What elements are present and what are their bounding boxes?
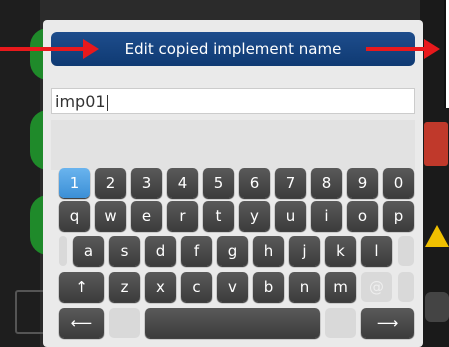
cursor-right-key[interactable]: ⟶ [361,308,414,338]
key-blank-right [398,236,414,266]
key-6[interactable]: 6 [239,168,270,198]
key-j[interactable]: j [289,236,320,266]
text-caret [106,94,108,111]
edit-name-dialog: Edit copied implement name imp01 1 2 3 4… [43,20,423,347]
key-0[interactable]: 0 [383,168,414,198]
implement-name-value: imp01 [55,92,106,111]
key-q[interactable]: q [59,201,90,231]
key-z[interactable]: z [109,272,140,302]
key-d[interactable]: d [145,236,176,266]
key-g[interactable]: g [217,236,248,266]
gear-icon [425,292,449,322]
cursor-left-key[interactable]: ⟵ [59,308,104,338]
key-3[interactable]: 3 [131,168,162,198]
key-2[interactable]: 2 [95,168,126,198]
space-key[interactable] [145,308,320,338]
key-b[interactable]: b [253,272,284,302]
key-c[interactable]: c [181,272,212,302]
key-8[interactable]: 8 [311,168,342,198]
key-blank-bottom-right [325,308,356,338]
key-t[interactable]: t [203,201,234,231]
key-blank-row4 [398,272,414,302]
background-info-box [444,0,449,108]
key-h[interactable]: h [253,236,284,266]
key-4[interactable]: 4 [167,168,198,198]
warning-icon [425,225,449,247]
key-y[interactable]: y [239,201,270,231]
key-k[interactable]: k [325,236,356,266]
input-spacer [51,120,415,170]
key-i[interactable]: i [311,201,342,231]
key-7[interactable]: 7 [275,168,306,198]
key-r[interactable]: r [167,201,198,231]
key-9[interactable]: 9 [347,168,378,198]
annotation-arrow-right [366,39,440,59]
key-v[interactable]: v [217,272,248,302]
key-n[interactable]: n [289,272,320,302]
key-o[interactable]: o [347,201,378,231]
shift-key[interactable]: ↑ [59,272,104,302]
key-a[interactable]: a [73,236,104,266]
dialog-title: Edit copied implement name [51,32,415,66]
key-m[interactable]: m [325,272,356,302]
key-at[interactable]: @ [361,272,392,302]
annotation-arrow-left [0,39,99,59]
key-f[interactable]: f [181,236,212,266]
key-p[interactable]: p [383,201,414,231]
key-5[interactable]: 5 [203,168,234,198]
key-x[interactable]: x [145,272,176,302]
key-u[interactable]: u [275,201,306,231]
key-1[interactable]: 1 [59,168,90,198]
background-red-indicator [424,122,448,166]
key-blank-left [59,236,67,266]
key-blank-bottom-left [109,308,140,338]
implement-name-input[interactable]: imp01 [51,88,415,114]
key-e[interactable]: e [131,201,162,231]
key-s[interactable]: s [109,236,140,266]
key-w[interactable]: w [95,201,126,231]
key-l[interactable]: l [361,236,392,266]
